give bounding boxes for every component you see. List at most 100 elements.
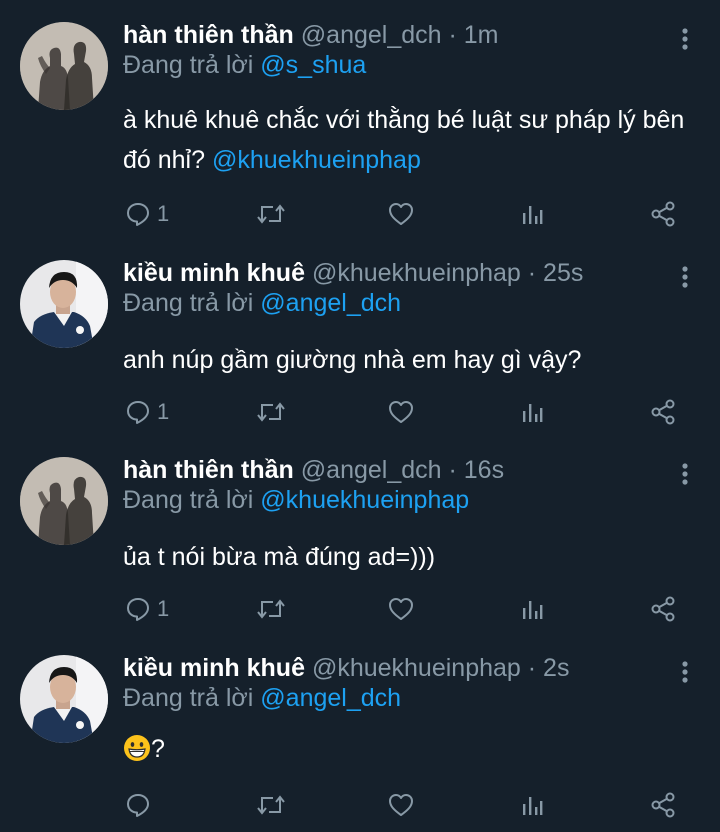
tweet-actions [0, 788, 720, 822]
comment-bubble-icon [127, 203, 149, 226]
display-name[interactable]: kiều minh khuê [123, 654, 305, 682]
separator-dot: · [448, 21, 457, 49]
reply-button[interactable] [125, 788, 157, 822]
bar-chart-icon [523, 601, 543, 619]
replying-to-label: Đang trả lời [123, 289, 254, 317]
retweet-arrows-icon [257, 599, 285, 619]
retweet-arrows-icon [257, 795, 285, 815]
reply-count: 1 [157, 596, 170, 621]
reply-button[interactable]: 1 [125, 395, 169, 429]
analytics-button[interactable] [519, 197, 545, 231]
avatar[interactable] [20, 457, 108, 545]
replying-to-label: Đang trả lời [123, 51, 254, 79]
retweet-button[interactable] [256, 395, 286, 429]
analytics-button[interactable] [519, 592, 545, 626]
tweet-header: kiều minh khuê @khuekhueinphap · 25s [123, 256, 660, 290]
separator-dot: · [527, 259, 537, 287]
replying-to-mention[interactable]: @angel_dch [260, 684, 401, 712]
tweet-header: hàn thiên thần @angel_dch · 16s [123, 453, 660, 487]
reply-button[interactable]: 1 [125, 592, 169, 626]
heart-icon [389, 203, 413, 225]
share-nodes-icon [651, 596, 675, 622]
share-nodes-icon [651, 201, 675, 227]
tweet-thread: hàn thiên thần @angel_dch · 1m Đang trả … [0, 0, 720, 832]
tweet-actions: 1 [0, 592, 720, 626]
retweet-arrows-icon [257, 402, 285, 422]
heart-icon [389, 598, 413, 620]
heart-icon [389, 401, 413, 423]
replying-to-mention[interactable]: @khuekhueinphap [260, 486, 469, 514]
like-button[interactable] [387, 788, 415, 822]
replying-to: Đang trả lời @angel_dch [123, 286, 401, 320]
vertical-dots-icon[interactable] [678, 659, 692, 689]
like-button[interactable] [387, 197, 415, 231]
retweet-button[interactable] [256, 197, 286, 231]
replying-to: Đang trả lời @s_shua [123, 48, 366, 82]
replying-to-label: Đang trả lời [123, 486, 254, 514]
separator-dot: · [448, 456, 457, 484]
text-mention[interactable]: @khuekhueinphap [212, 146, 421, 174]
timestamp[interactable]: 25s [543, 259, 583, 287]
tweet-text-content: ? [151, 735, 165, 763]
retweet-arrows-icon [257, 204, 285, 224]
tweet-text-content: ủa t nói bừa mà đúng ad=))) [123, 543, 436, 571]
display-name[interactable]: kiều minh khuê [123, 259, 305, 287]
share-button[interactable] [650, 395, 678, 429]
user-handle[interactable]: @khuekhueinphap [312, 654, 521, 682]
comment-bubble-icon [127, 794, 149, 817]
display-name[interactable]: hàn thiên thần [123, 456, 294, 484]
separator-dot: · [527, 654, 537, 682]
replying-to: Đang trả lời @angel_dch [123, 681, 401, 715]
avatar[interactable] [20, 22, 108, 110]
avatar-image-shadow [20, 457, 108, 545]
share-button[interactable] [650, 788, 678, 822]
tweet-text: ? [123, 729, 690, 769]
grinning-face-emoji-icon [124, 735, 150, 761]
share-button[interactable] [650, 197, 678, 231]
display-name[interactable]: hàn thiên thần [123, 21, 294, 49]
share-button[interactable] [650, 592, 678, 626]
timestamp[interactable]: 1m [464, 21, 499, 49]
vertical-dots-icon[interactable] [678, 461, 692, 491]
avatar-image-portrait [20, 260, 108, 348]
tweet-header: kiều minh khuê @khuekhueinphap · 2s [123, 651, 660, 685]
analytics-button[interactable] [519, 395, 545, 429]
bar-chart-icon [523, 206, 543, 224]
tweet-text-content: anh núp gầm giường nhà em hay gì vậy? [123, 346, 582, 374]
user-handle[interactable]: @angel_dch [301, 456, 442, 484]
retweet-button[interactable] [256, 592, 286, 626]
like-button[interactable] [387, 592, 415, 626]
vertical-dots-icon[interactable] [678, 264, 692, 294]
avatar-image-shadow [20, 22, 108, 110]
share-nodes-icon [651, 399, 675, 425]
vertical-dots-icon[interactable] [678, 26, 692, 56]
tweet-header: hàn thiên thần @angel_dch · 1m [123, 18, 660, 52]
avatar[interactable] [20, 655, 108, 743]
avatar[interactable] [20, 260, 108, 348]
user-handle[interactable]: @angel_dch [301, 21, 442, 49]
bar-chart-icon [523, 404, 543, 422]
tweet-text: anh núp gầm giường nhà em hay gì vậy? [123, 340, 690, 380]
timestamp[interactable]: 2s [543, 654, 569, 682]
tweet-actions: 1 [0, 395, 720, 429]
tweet-text: à khuê khuê chắc với thằng bé luật sư ph… [123, 100, 690, 180]
reply-count: 1 [157, 399, 170, 424]
analytics-button[interactable] [519, 788, 545, 822]
comment-bubble-icon [127, 598, 149, 621]
tweet-text: ủa t nói bừa mà đúng ad=))) [123, 537, 690, 577]
share-nodes-icon [651, 792, 675, 818]
tweet-actions: 1 [0, 197, 720, 231]
like-button[interactable] [387, 395, 415, 429]
replying-to: Đang trả lời @khuekhueinphap [123, 483, 469, 517]
user-handle[interactable]: @khuekhueinphap [312, 259, 521, 287]
replying-to-label: Đang trả lời [123, 684, 254, 712]
replying-to-mention[interactable]: @angel_dch [260, 289, 401, 317]
retweet-button[interactable] [256, 788, 286, 822]
replying-to-mention[interactable]: @s_shua [260, 51, 366, 79]
comment-bubble-icon [127, 401, 149, 424]
heart-icon [389, 794, 413, 816]
reply-button[interactable]: 1 [125, 197, 169, 231]
bar-chart-icon [523, 797, 543, 815]
timestamp[interactable]: 16s [464, 456, 504, 484]
reply-count: 1 [157, 201, 170, 226]
